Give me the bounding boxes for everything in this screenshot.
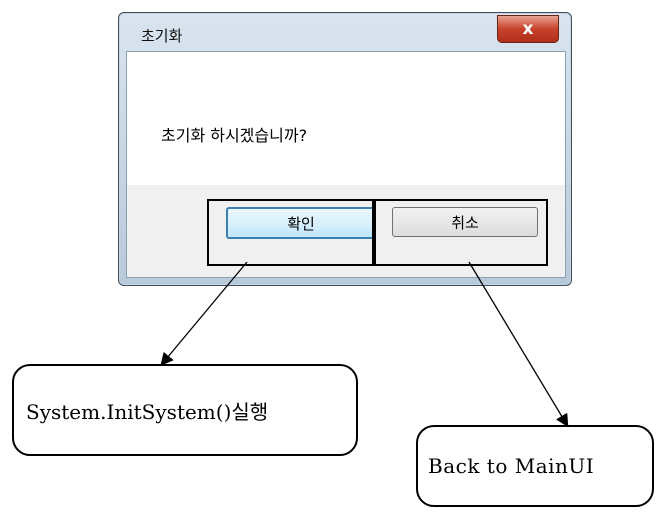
back-to-main-box: Back to MainUI bbox=[416, 425, 654, 507]
ok-arrow bbox=[160, 261, 248, 366]
init-system-box: System.InitSystem()실행 bbox=[12, 364, 358, 456]
init-system-label: System.InitSystem()실행 bbox=[26, 399, 269, 424]
cancel-arrow bbox=[468, 261, 569, 428]
back-to-main-label: Back to MainUI bbox=[428, 454, 595, 478]
